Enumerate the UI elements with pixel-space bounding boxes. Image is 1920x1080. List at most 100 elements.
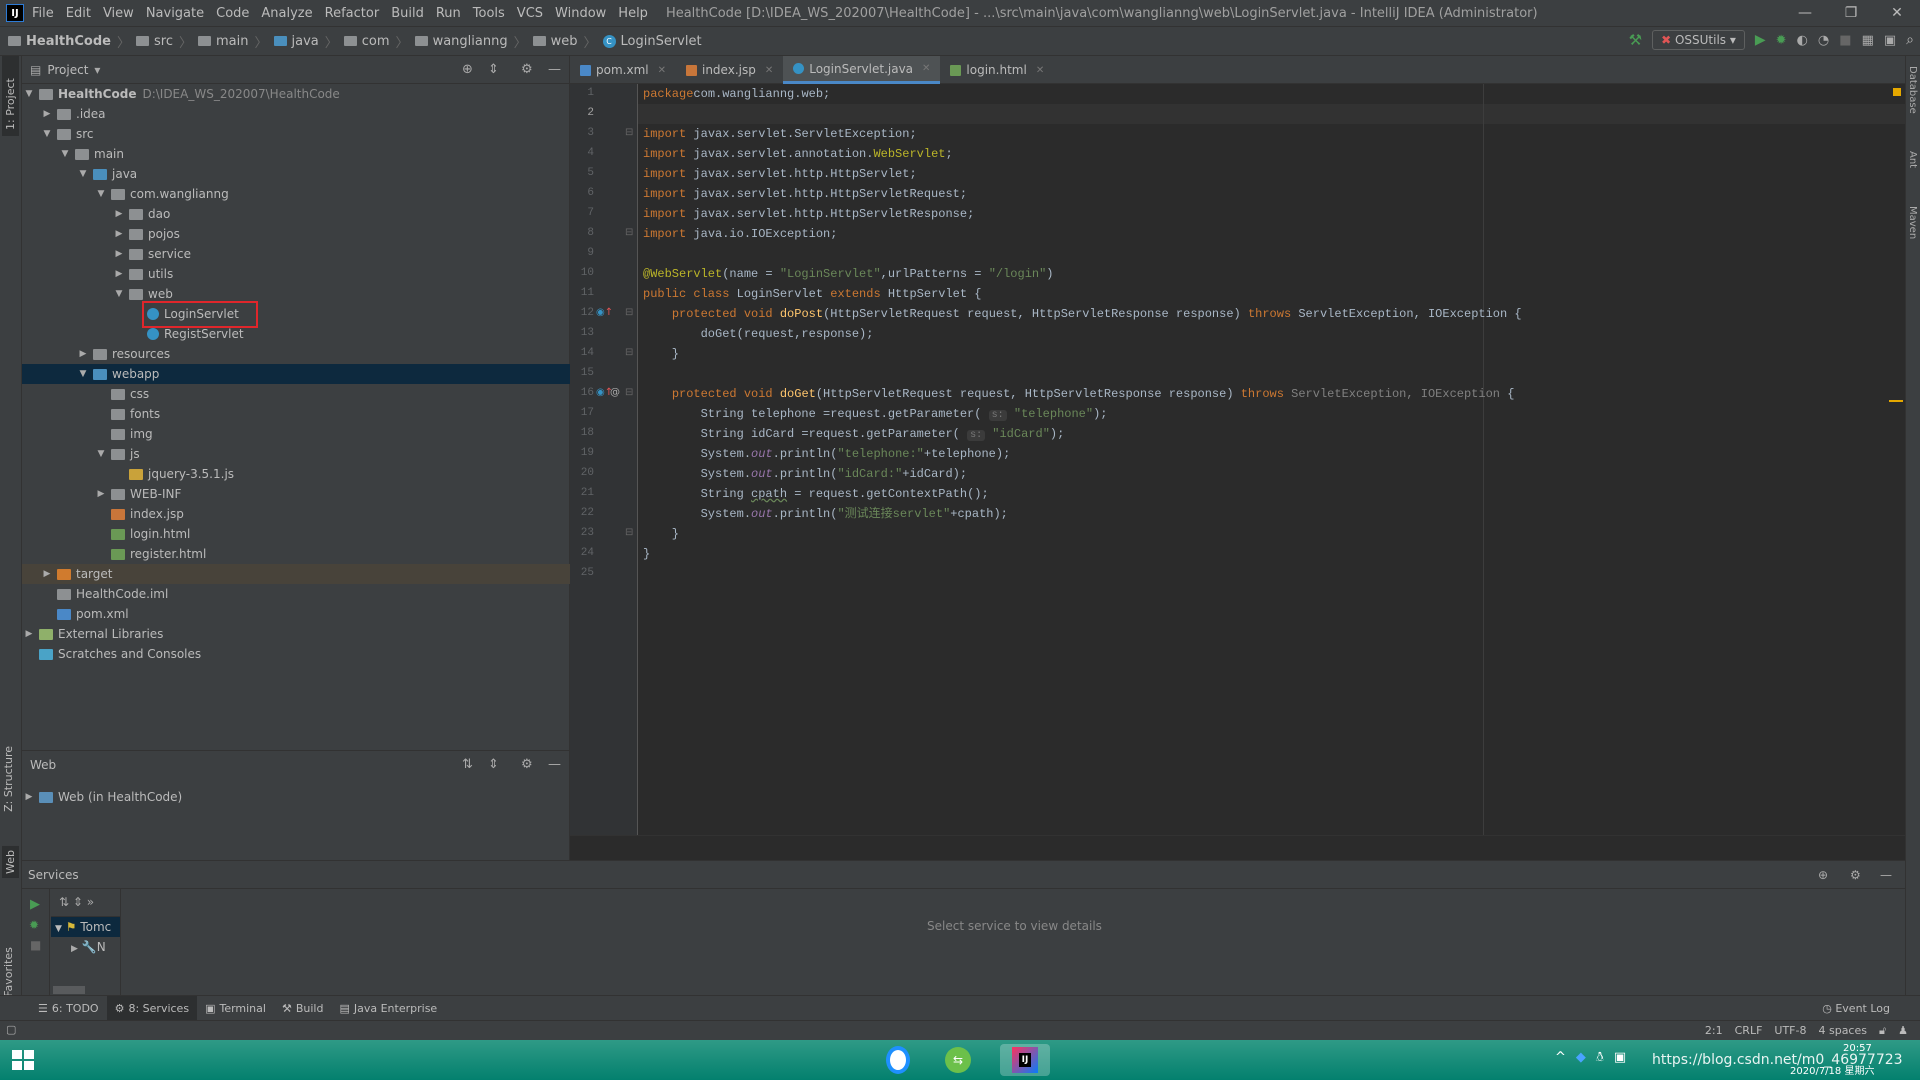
tree-item-js[interactable]: ▼ js: [22, 444, 570, 464]
project-structure-icon[interactable]: ▦: [1862, 33, 1874, 48]
breadcrumb-item[interactable]: java 〉: [273, 32, 344, 51]
chevron-down-icon[interactable]: ▼: [94, 449, 108, 459]
override-icon[interactable]: ◉↑: [596, 307, 613, 318]
gear-icon[interactable]: ⚙: [1850, 861, 1861, 889]
run-service-icon[interactable]: ▶: [30, 897, 49, 912]
code-line[interactable]: String telephone =request.getParameter( …: [643, 404, 1108, 424]
code-line[interactable]: }: [643, 544, 650, 564]
hide-icon[interactable]: —: [1880, 861, 1892, 889]
tree-item-external-libraries[interactable]: ▶ External Libraries: [22, 624, 570, 644]
service-item-tomcat[interactable]: ▼ ⚑ Tomc: [51, 917, 120, 937]
coverage-icon[interactable]: ◐: [1797, 33, 1808, 48]
tree-item-java[interactable]: ▼ java: [22, 164, 570, 184]
code-line[interactable]: String cpath = request.getContextPath();: [643, 484, 989, 504]
code-line[interactable]: String idCard =request.getParameter( s: …: [643, 424, 1064, 444]
tree-item-web-inf[interactable]: ▶ WEB-INF: [22, 484, 570, 504]
chevron-right-icon[interactable]: ▶: [94, 489, 108, 499]
browser-taskbar-icon[interactable]: [881, 1044, 915, 1076]
tree-item-src[interactable]: ▼ src: [22, 124, 570, 144]
chevron-right-icon[interactable]: ▶: [40, 109, 54, 119]
chevron-down-icon[interactable]: ▼: [58, 149, 72, 159]
project-view-selector[interactable]: Project: [47, 63, 88, 77]
chevron-right-icon[interactable]: ▶: [76, 349, 90, 359]
code-line[interactable]: System.out.println("idCard:"+idCard);: [643, 464, 967, 484]
breadcrumb-item[interactable]: com 〉: [343, 32, 415, 51]
restore-button[interactable]: ❐: [1828, 0, 1874, 27]
tree-item-register-html[interactable]: register.html: [22, 544, 570, 564]
code-line[interactable]: doGet(request,response);: [643, 324, 874, 344]
intellij-taskbar-icon[interactable]: IJ: [1000, 1044, 1050, 1076]
inspection-warning-icon[interactable]: [1893, 88, 1901, 96]
ant-tool-tab[interactable]: Ant: [1907, 151, 1918, 168]
indent-setting[interactable]: 4 spaces: [1818, 1024, 1867, 1038]
tree-item-resources[interactable]: ▶ resources: [22, 344, 570, 364]
chevron-down-icon[interactable]: ▼: [94, 189, 108, 199]
build-hammer-icon[interactable]: ⚒: [1629, 31, 1642, 49]
chevron-right-icon[interactable]: ▶: [112, 209, 126, 219]
chevron-right-icon[interactable]: ▶: [40, 569, 54, 579]
hide-icon[interactable]: —: [548, 757, 561, 772]
scrollbar[interactable]: [53, 986, 85, 994]
project-tool-tab[interactable]: 1: Project: [2, 56, 19, 136]
breadcrumb-item[interactable]: main 〉: [198, 32, 274, 51]
more-icon[interactable]: »: [87, 895, 94, 909]
code-line[interactable]: public class LoginServlet extends HttpSe…: [643, 284, 981, 304]
collapse-all-icon[interactable]: ⇕: [488, 62, 499, 77]
add-service-icon[interactable]: ⊕: [1818, 861, 1828, 889]
code-line[interactable]: import java.io.IOException;: [643, 224, 837, 244]
tree-item-login-html[interactable]: login.html: [22, 524, 570, 544]
close-tab-icon[interactable]: ✕: [1036, 65, 1044, 76]
menu-run[interactable]: Run: [436, 6, 461, 21]
tree-item-pojos[interactable]: ▶ pojos: [22, 224, 570, 244]
expand-all-icon[interactable]: ⇅: [462, 757, 473, 772]
tab-index-jsp[interactable]: index.jsp ✕: [676, 56, 783, 84]
tree-item-fonts[interactable]: fonts: [22, 404, 570, 424]
locate-icon[interactable]: ⊕: [462, 62, 473, 77]
tree-item-healthcode[interactable]: ▼ HealthCode D:\IDEA_WS_202007\HealthCode: [22, 84, 570, 104]
breadcrumb-item[interactable]: HealthCode 〉: [8, 32, 136, 51]
menu-tools[interactable]: Tools: [473, 6, 505, 21]
expand-all-icon[interactable]: ⇅: [59, 895, 69, 909]
tab-loginservlet-java[interactable]: LoginServlet.java ✕: [783, 56, 941, 84]
fold-icon[interactable]: ⊟: [625, 527, 633, 538]
caret-position[interactable]: 2:1: [1705, 1024, 1723, 1038]
breadcrumb-item[interactable]: C LoginServlet: [602, 32, 702, 51]
menu-file[interactable]: File: [32, 6, 54, 21]
close-button[interactable]: ✕: [1874, 0, 1920, 27]
fold-icon[interactable]: ⊟: [625, 227, 633, 238]
menu-refactor[interactable]: Refactor: [325, 6, 380, 21]
tree-item-webapp[interactable]: ▼ webapp: [22, 364, 570, 384]
code-line[interactable]: import javax.servlet.ServletException;: [643, 124, 917, 144]
menu-window[interactable]: Window: [555, 6, 606, 21]
code-line[interactable]: protected void doPost(HttpServletRequest…: [643, 304, 1522, 324]
stop-icon[interactable]: ■: [1839, 33, 1851, 48]
code-line[interactable]: @WebServlet(name = "LoginServlet",urlPat…: [643, 264, 1054, 284]
tab-login-html[interactable]: login.html ✕: [940, 56, 1054, 84]
web-tree-item[interactable]: ▶ Web (in HealthCode): [22, 787, 570, 807]
gear-icon[interactable]: ⚙: [521, 757, 533, 772]
tree-item-dao[interactable]: ▶ dao: [22, 204, 570, 224]
database-tool-tab[interactable]: Database: [1907, 66, 1918, 114]
bottom-tab-terminal[interactable]: ▣ Terminal: [197, 996, 274, 1021]
chevron-right-icon[interactable]: ▶: [112, 249, 126, 259]
search-icon[interactable]: ⌕: [1906, 32, 1914, 48]
tree-item-scratches-and-consoles[interactable]: Scratches and Consoles: [22, 644, 570, 664]
breadcrumb-item[interactable]: web 〉: [532, 32, 603, 51]
debug-icon[interactable]: ✹: [1776, 33, 1787, 48]
lock-icon[interactable]: 🔓︎: [1879, 1024, 1886, 1038]
menu-edit[interactable]: Edit: [66, 6, 91, 21]
code-line[interactable]: import javax.servlet.http.HttpServletRes…: [643, 204, 974, 224]
code-line[interactable]: protected void doGet(HttpServletRequest …: [643, 384, 1515, 404]
hide-icon[interactable]: —: [548, 62, 561, 77]
code-line[interactable]: System.out.println("测试连接servlet"+cpath);: [643, 504, 1008, 524]
chevron-right-icon[interactable]: ▶: [112, 269, 126, 279]
menu-view[interactable]: View: [103, 6, 134, 21]
tree-item-pom-xml[interactable]: pom.xml: [22, 604, 570, 624]
fold-icon[interactable]: ⊟: [625, 127, 633, 138]
chevron-right-icon[interactable]: ▶: [112, 229, 126, 239]
debug-service-icon[interactable]: ✹: [29, 918, 49, 932]
code-line[interactable]: System.out.println("telephone:"+telephon…: [643, 444, 1011, 464]
structure-tool-tab[interactable]: Z: Structure: [2, 746, 15, 812]
code-line[interactable]: import javax.servlet.http.HttpServlet;: [643, 164, 917, 184]
tree-item-img[interactable]: img: [22, 424, 570, 444]
